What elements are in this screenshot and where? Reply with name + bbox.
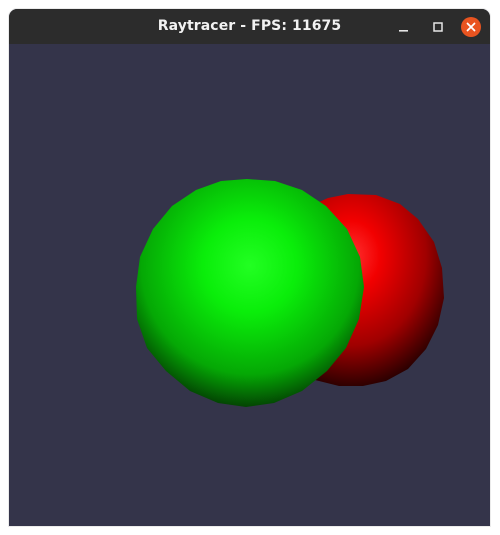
maximize-button[interactable] xyxy=(427,16,449,38)
raytraced-scene xyxy=(9,44,490,526)
title-bar[interactable]: Raytracer - FPS: 11675 xyxy=(9,9,490,44)
maximize-icon xyxy=(433,22,443,32)
render-canvas[interactable] xyxy=(9,44,490,526)
minimize-icon xyxy=(399,30,408,32)
minimize-button[interactable] xyxy=(393,16,415,38)
close-icon xyxy=(461,17,481,37)
window-title: Raytracer - FPS: 11675 xyxy=(157,18,342,34)
close-button[interactable] xyxy=(460,16,482,38)
app-window: Raytracer - FPS: 11675 xyxy=(9,9,490,526)
